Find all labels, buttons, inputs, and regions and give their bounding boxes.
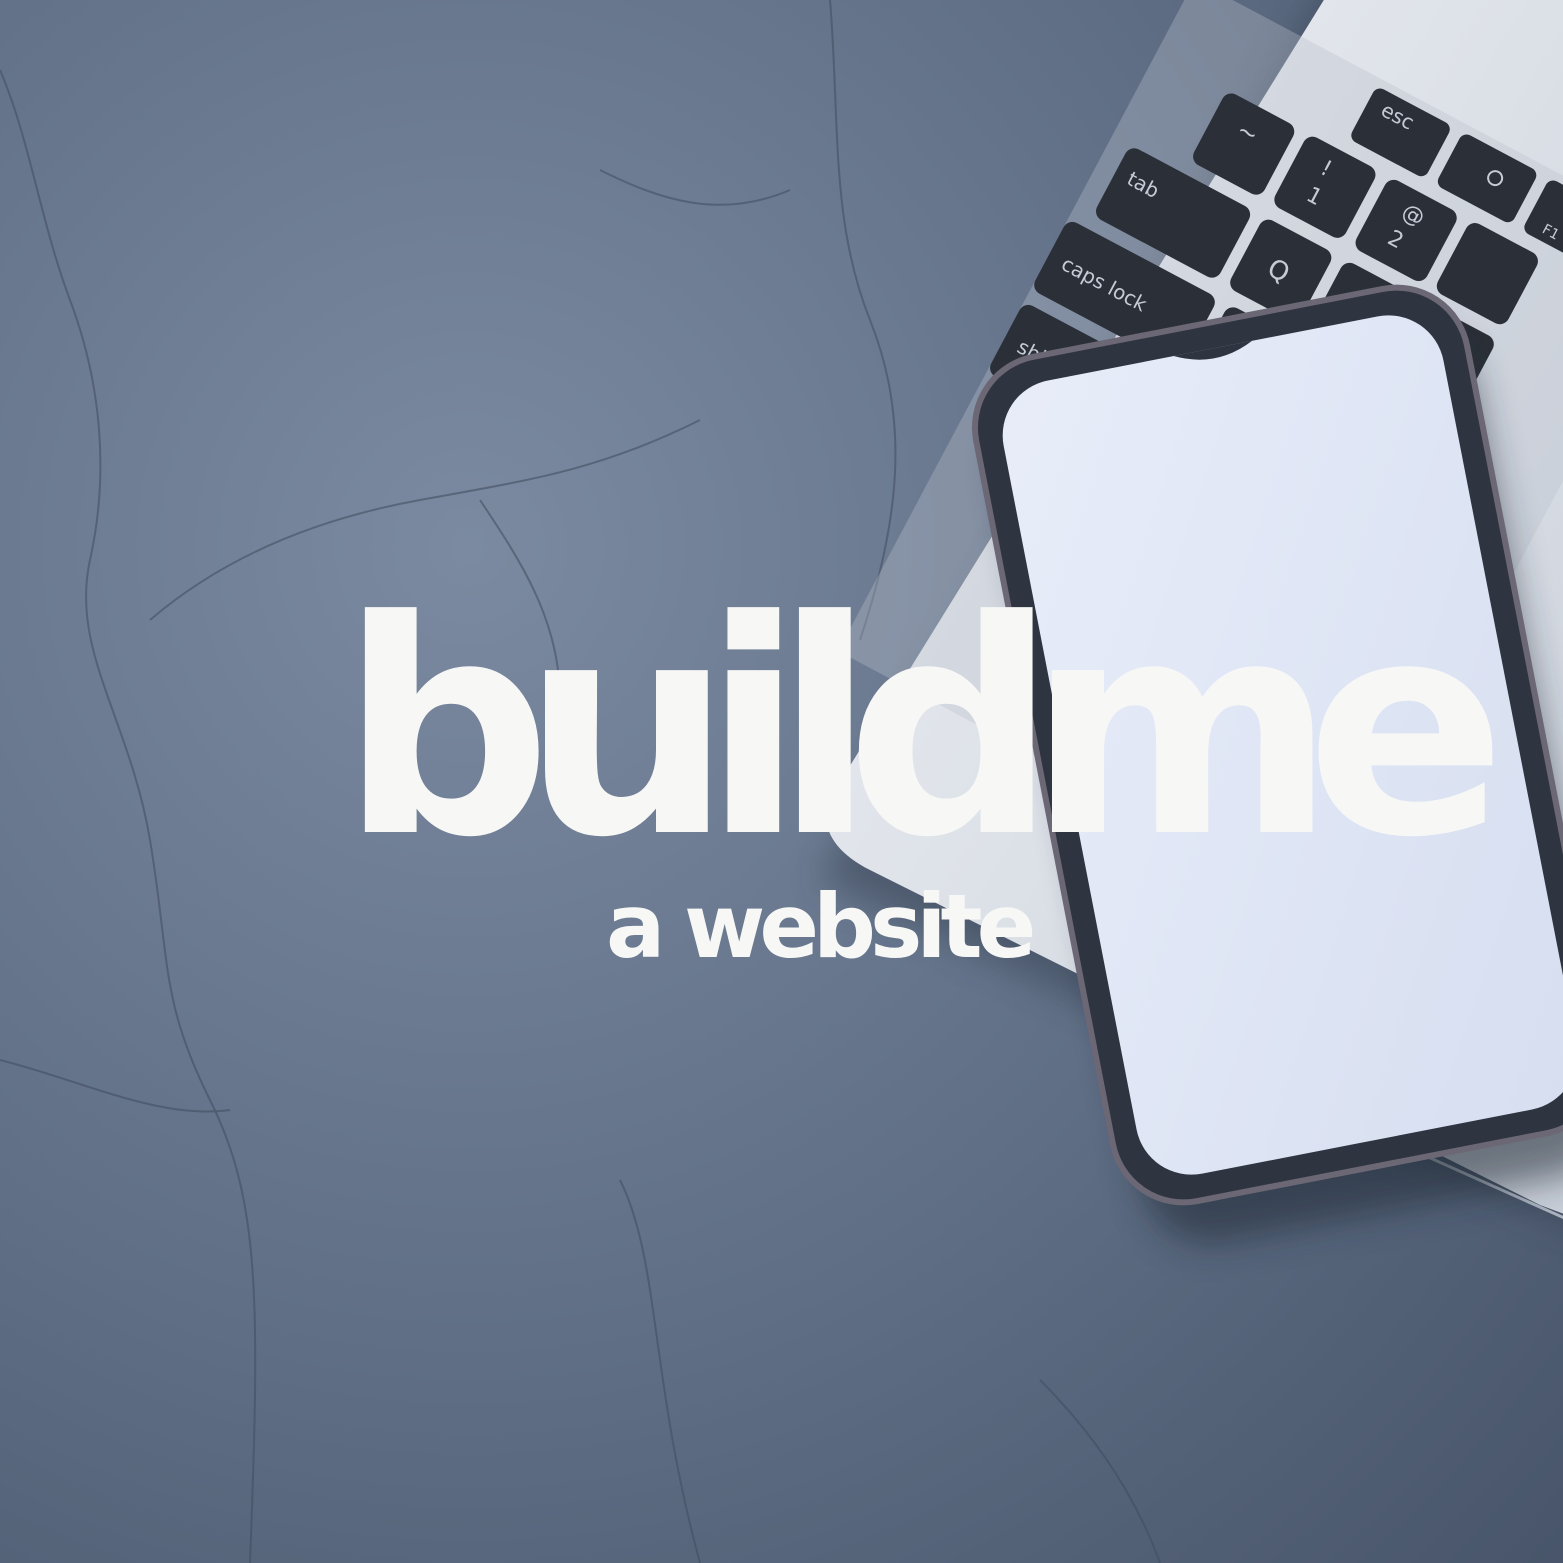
desk-photo: esc F1 ~ ! 1 @ 2 tab Q W caps lock A S s… xyxy=(0,0,1563,1563)
hero-image: esc F1 ~ ! 1 @ 2 tab Q W caps lock A S s… xyxy=(0,0,1563,1563)
